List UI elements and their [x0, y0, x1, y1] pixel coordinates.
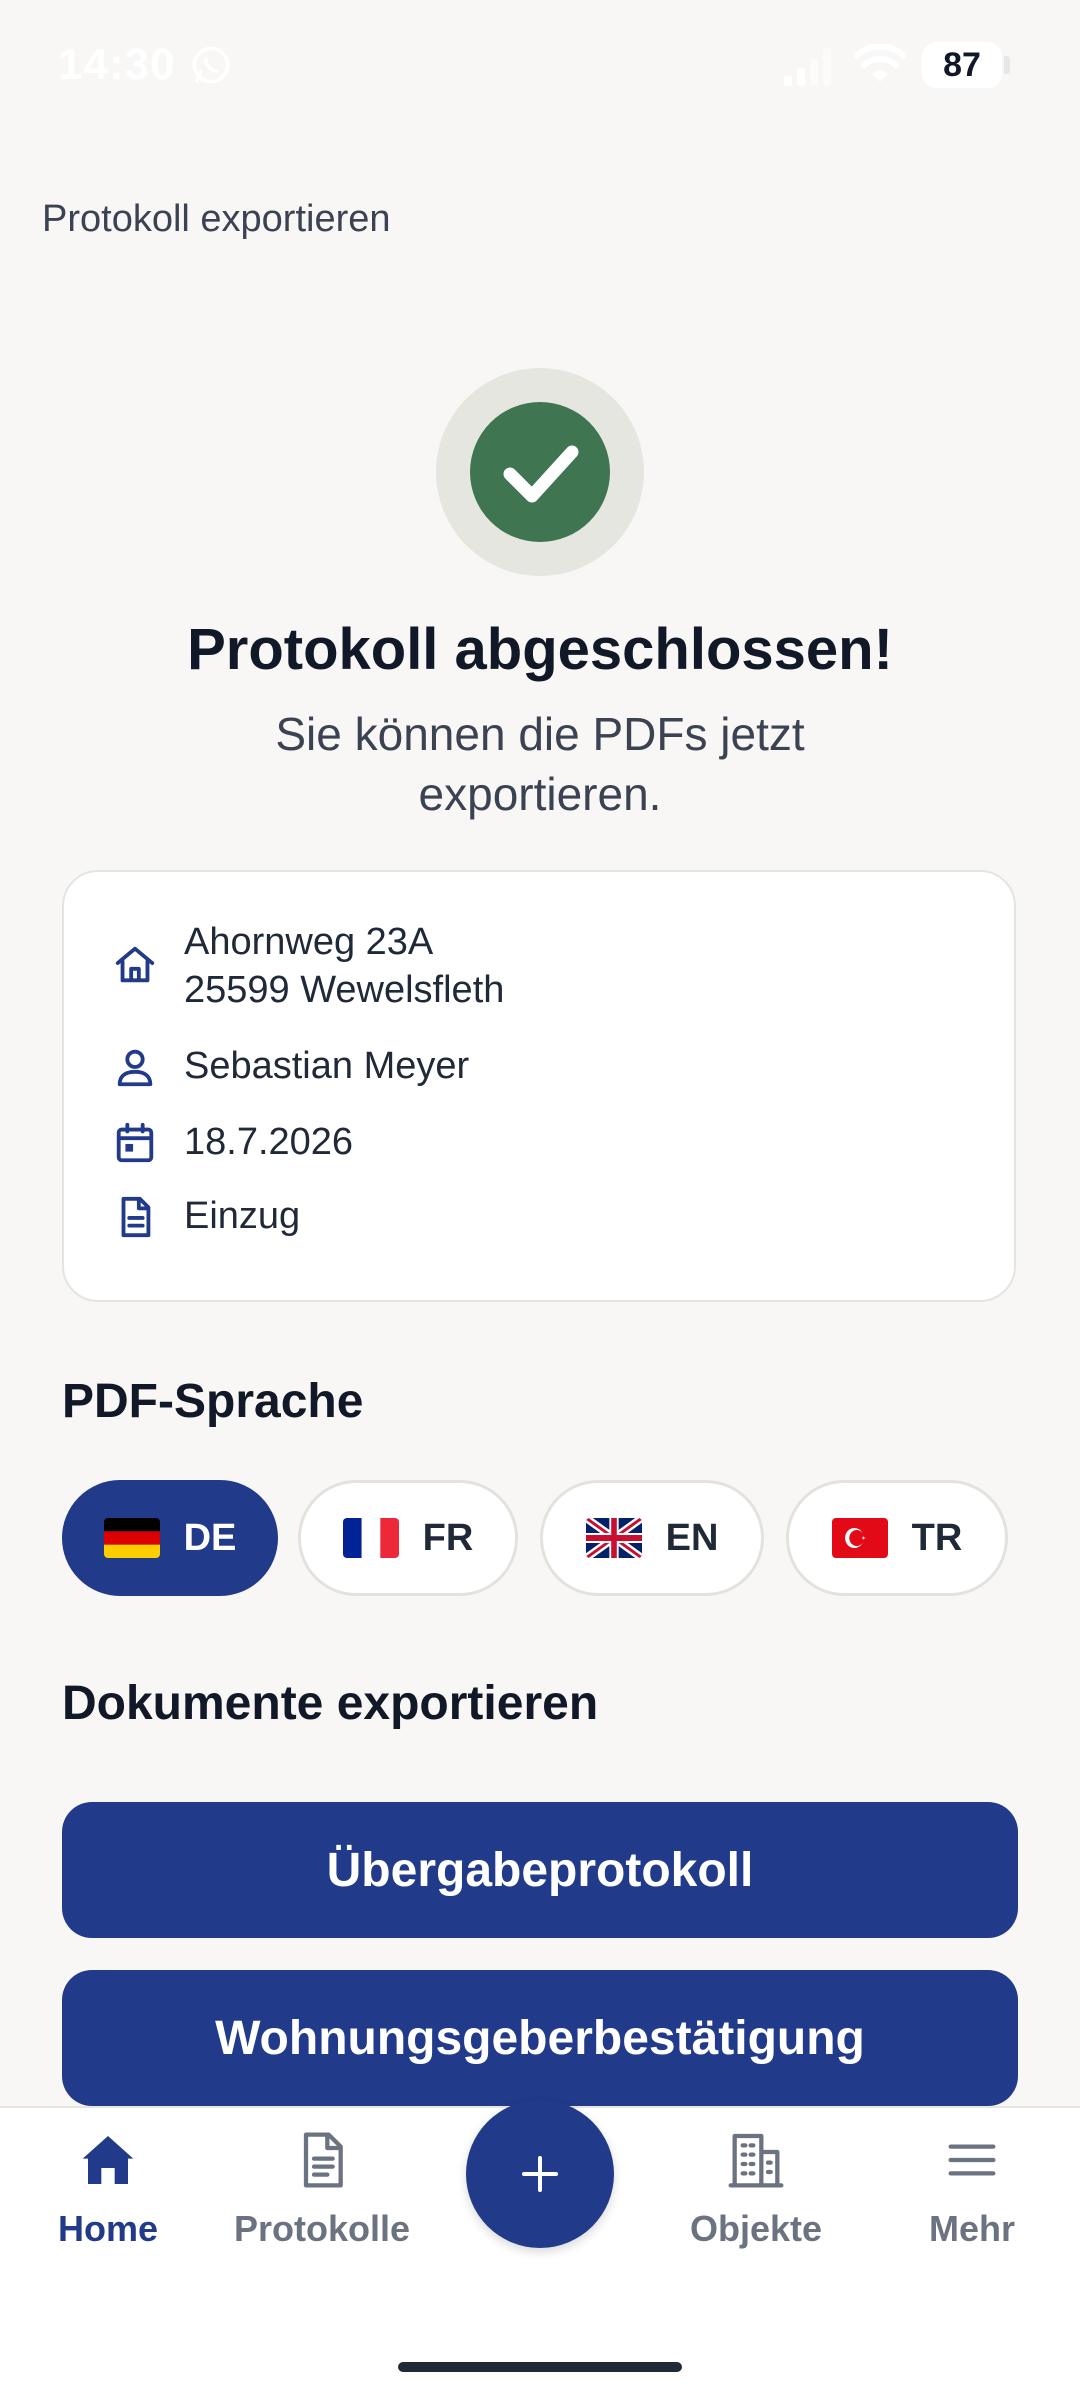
person-icon [117, 1049, 153, 1087]
status-time: 14:30 [58, 40, 176, 89]
language-option-de[interactable]: DE [62, 1480, 278, 1596]
export-handover-protocol-button[interactable]: Übergabeprotokoll [62, 1802, 1018, 1938]
success-subtitle: Sie können die PDFs jetzt exportieren. [275, 708, 805, 820]
status-bar: 14:30 87 [0, 0, 1080, 130]
home-outline-icon [115, 946, 155, 983]
wifi-icon [854, 44, 906, 82]
whatsapp-icon [192, 46, 230, 84]
building-icon [728, 2133, 784, 2188]
flag-tr-icon [831, 1518, 888, 1558]
address-line-1: Ahornweg 23A [184, 921, 434, 963]
nav-label-protocols: Protokolle [233, 2208, 411, 2249]
language-code: FR [422, 1516, 474, 1559]
address-line-2: 25599 Wewelsfleth [184, 969, 505, 1011]
protocol-type: Einzug [184, 1195, 301, 1237]
language-code: TR [911, 1516, 963, 1559]
battery-indicator: 87 [922, 42, 1002, 88]
battery-level: 87 [943, 45, 981, 84]
home-icon [82, 2136, 134, 2184]
protocol-date: 18.7.2026 [184, 1121, 354, 1163]
flag-de-icon [103, 1518, 160, 1558]
tenant-name: Sebastian Meyer [184, 1045, 470, 1087]
nav-label-home: Home [57, 2208, 159, 2249]
success-indicator [436, 368, 644, 576]
address: Ahornweg 23A 25599 Wewelsfleth [184, 918, 504, 1014]
calendar-icon [116, 1122, 154, 1163]
language-code: DE [183, 1516, 237, 1559]
flag-fr-icon [342, 1518, 399, 1558]
menu-icon [948, 2144, 996, 2176]
document-icon [303, 2132, 343, 2188]
checkmark-icon [503, 445, 579, 503]
battery-tip [1004, 56, 1010, 74]
export-documents-title: Dokumente exportieren [62, 1677, 599, 1730]
nav-label-more: Mehr [928, 2208, 1015, 2249]
language-option-en[interactable]: EN [540, 1480, 764, 1596]
protocol-summary-card: Ahornweg 23A 25599 Wewelsfleth Sebastian… [62, 870, 1016, 1302]
flag-gb-icon [585, 1518, 642, 1558]
add-protocol-button[interactable] [466, 2100, 614, 2248]
language-option-fr[interactable]: FR [298, 1480, 518, 1596]
nav-item-protocols[interactable]: Protokolle [222, 2128, 422, 2250]
nav-label-objects: Objekte [689, 2208, 823, 2249]
pdf-language-title: PDF-Sprache [62, 1375, 364, 1428]
check-circle-icon [470, 402, 610, 542]
plus-icon [522, 2156, 558, 2192]
success-title: Protokoll abgeschlossen! [187, 617, 893, 682]
language-code: EN [665, 1516, 719, 1559]
signal-icon [784, 48, 831, 86]
nav-item-more[interactable]: Mehr [872, 2128, 1072, 2250]
nav-item-objects[interactable]: Objekte [656, 2128, 856, 2250]
home-indicator [398, 2362, 682, 2372]
language-option-tr[interactable]: TR [786, 1480, 1008, 1596]
document-icon [121, 1196, 151, 1238]
nav-item-home[interactable]: Home [8, 2128, 208, 2250]
export-landlord-confirmation-button[interactable]: Wohnungsgeberbestätigung [62, 1970, 1018, 2106]
page-title: Protokoll exportieren [42, 198, 391, 240]
